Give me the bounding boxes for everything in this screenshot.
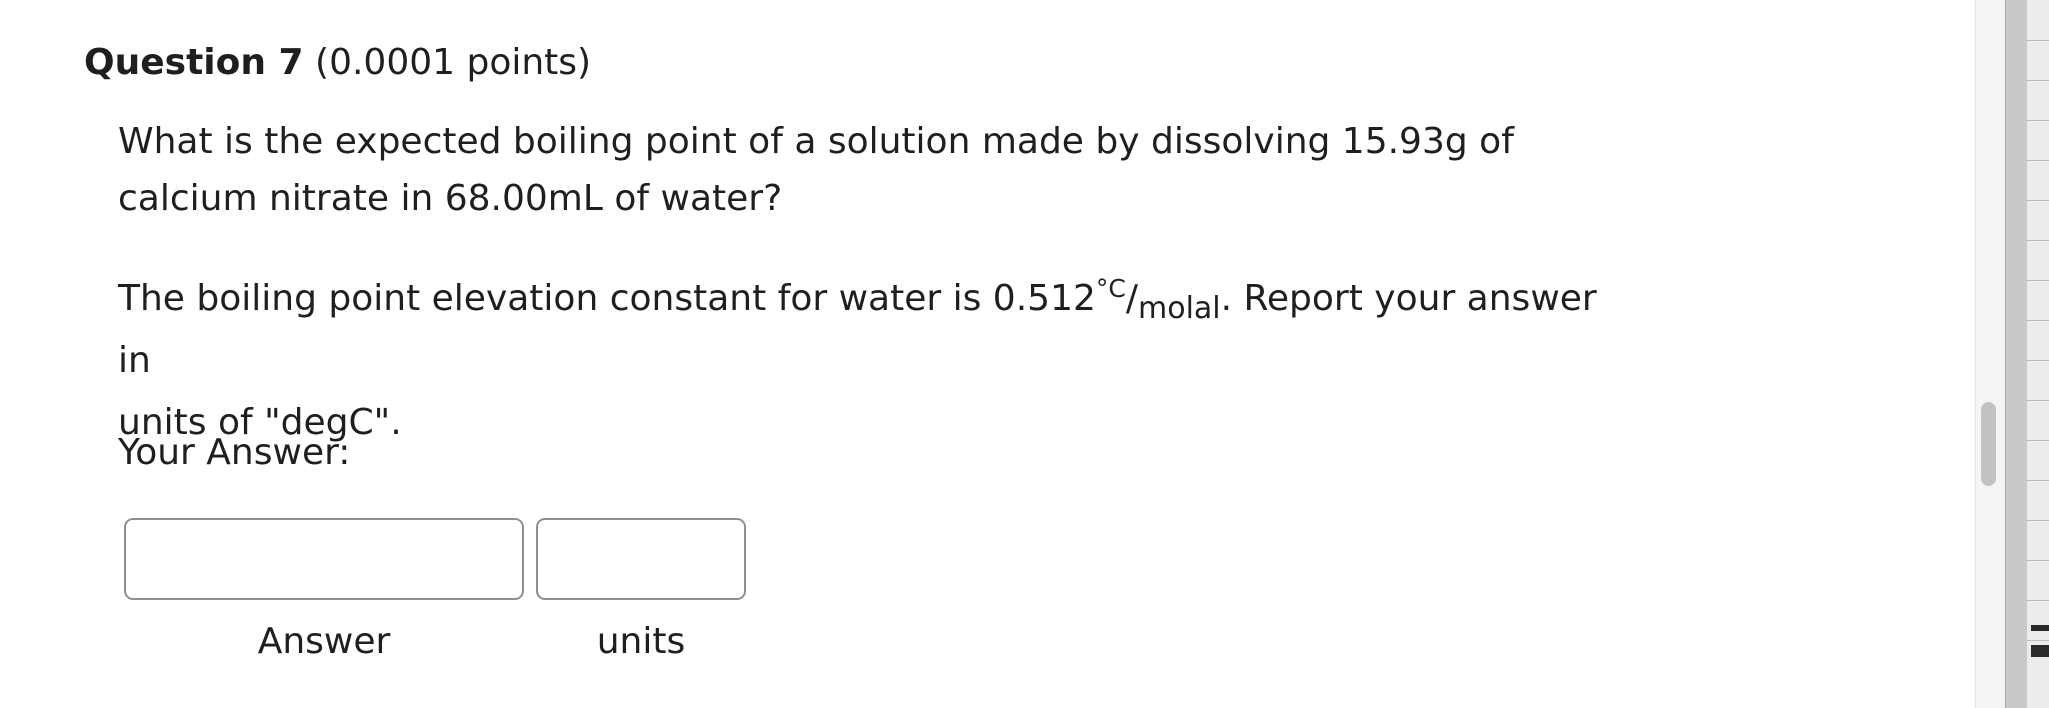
- question-text-line2: calcium nitrate in 68.00mL of water?: [118, 178, 783, 219]
- question-title: Question 7: [84, 42, 304, 83]
- unit-denominator: molal: [1137, 291, 1221, 326]
- your-answer-label: Your Answer:: [118, 432, 351, 473]
- units-input[interactable]: [536, 518, 746, 600]
- vertical-scrollbar-thumb[interactable]: [1981, 402, 1996, 486]
- answer-input[interactable]: [124, 518, 524, 600]
- constant-text: The boiling point elevation constant for…: [118, 268, 1618, 454]
- question-text: What is the expected boiling point of a …: [118, 113, 1618, 227]
- question-text-line1: What is the expected boiling point of a …: [118, 121, 1514, 162]
- question-body: What is the expected boiling point of a …: [118, 113, 1618, 454]
- adjacent-window-edge: [2027, 0, 2049, 708]
- quiz-question-panel: Question 7 (0.0001 points) What is the e…: [0, 0, 1975, 708]
- question-header: Question 7 (0.0001 points): [84, 39, 591, 87]
- vertical-scrollbar-track[interactable]: [1975, 0, 2006, 708]
- unit-slash: /: [1125, 278, 1138, 319]
- question-points: (0.0001 points): [315, 42, 592, 83]
- unit-numerator: °C: [1095, 274, 1126, 303]
- constant-text-prefix: The boiling point elevation constant for…: [118, 278, 1096, 319]
- units-input-label: units: [596, 621, 686, 662]
- answer-input-label: Answer: [257, 621, 391, 662]
- window-split-divider[interactable]: [2005, 0, 2029, 708]
